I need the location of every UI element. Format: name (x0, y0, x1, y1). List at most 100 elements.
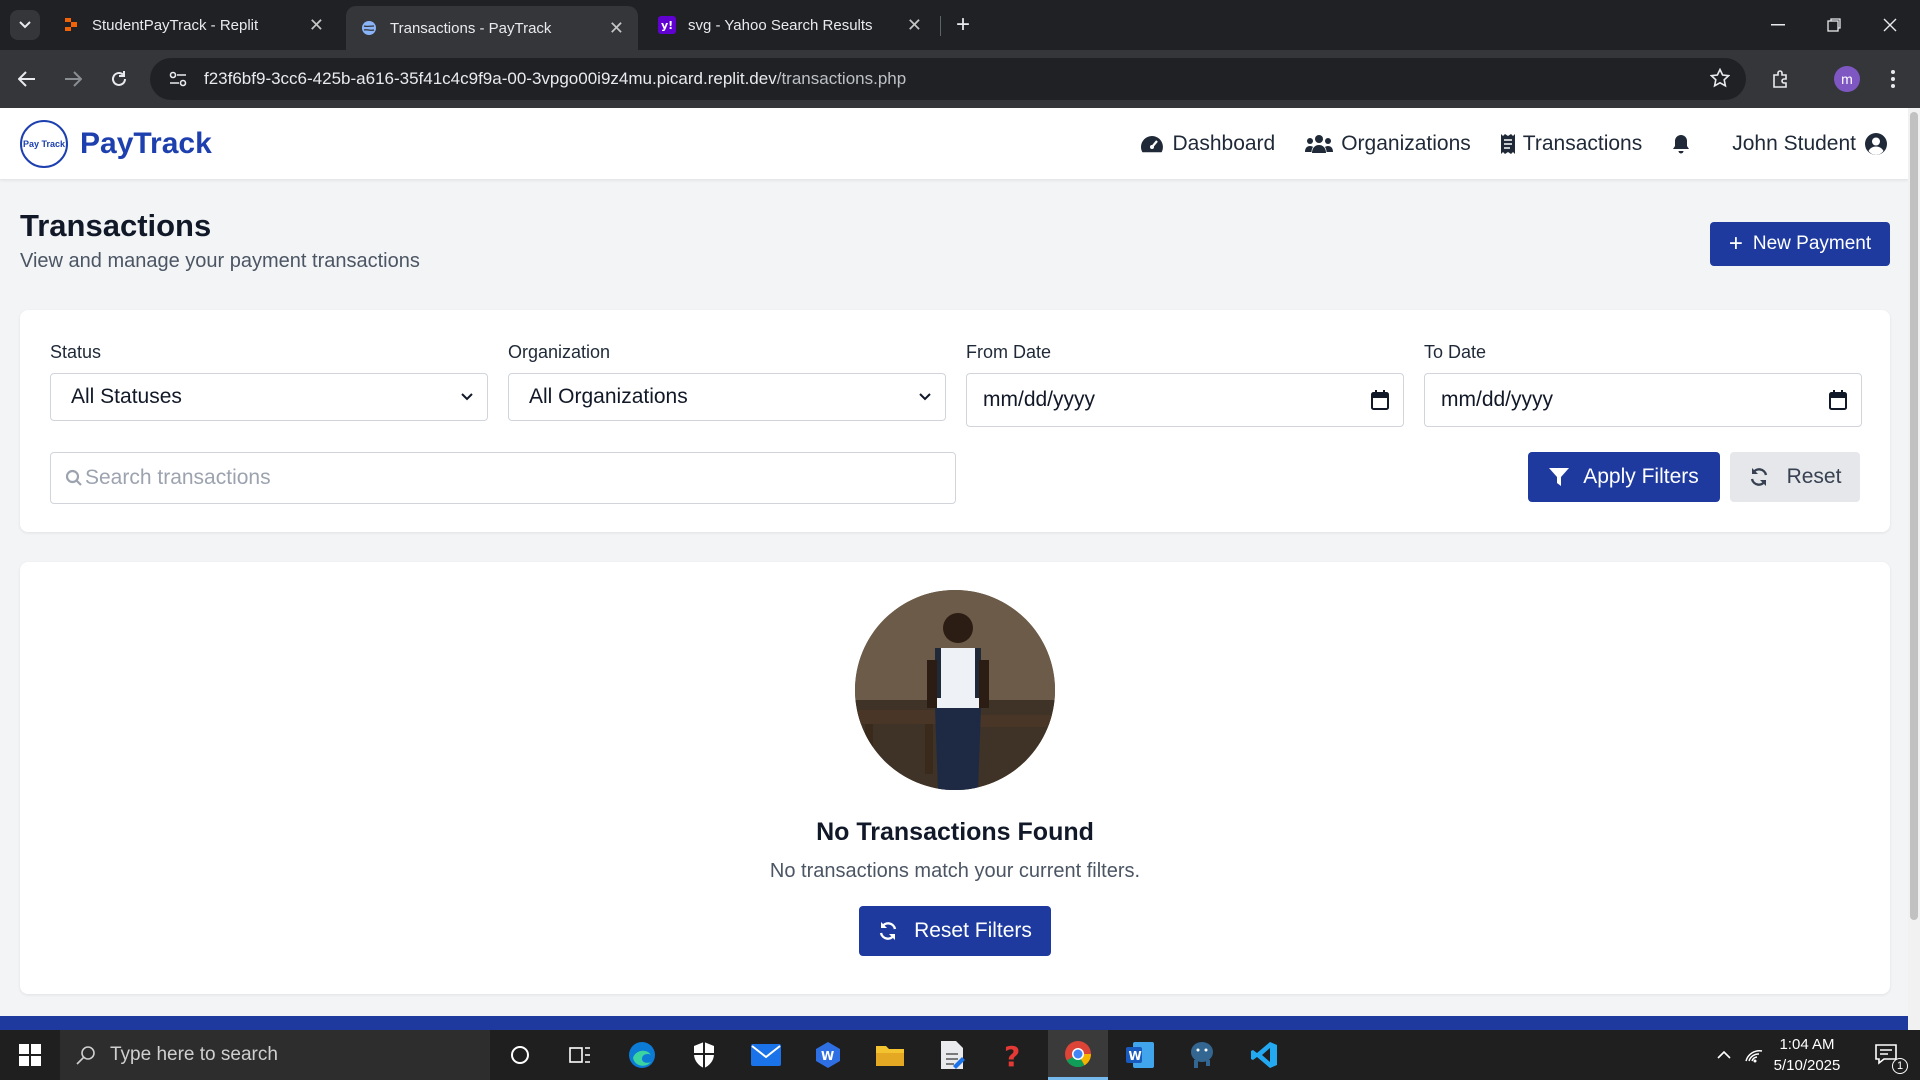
search-input[interactable]: Search transactions (50, 452, 956, 504)
scrollbar-thumb[interactable] (1910, 112, 1918, 920)
restore-button[interactable] (1814, 10, 1854, 40)
apply-filters-button[interactable]: Apply Filters (1528, 452, 1720, 502)
nav-links: Dashboard Organizations Transactions Joh… (1110, 108, 1888, 180)
mail-taskbar-icon[interactable] (736, 1030, 796, 1080)
to-date-input[interactable]: mm/dd/yyyy (1424, 373, 1862, 427)
vscode-taskbar-icon[interactable] (1234, 1030, 1294, 1080)
svg-text:y!: y! (661, 19, 673, 32)
tab-title: Transactions - PayTrack (390, 19, 552, 37)
word-taskbar-icon[interactable]: W (1110, 1030, 1170, 1080)
search-placeholder: Search transactions (85, 466, 271, 489)
user-name: John Student (1732, 132, 1856, 155)
reset-button[interactable]: Reset (1730, 452, 1860, 502)
task-view-icon (569, 1047, 590, 1063)
minimize-button[interactable] (1758, 10, 1798, 40)
to-date-filter: To Date mm/dd/yyyy (1424, 342, 1862, 427)
page-subtitle: View and manage your payment transaction… (20, 250, 420, 272)
taskbar-clock[interactable]: 1:04 AM 5/10/2025 (1762, 1034, 1852, 1076)
users-icon (1305, 135, 1334, 153)
arrow-right-icon (65, 71, 82, 87)
close-icon[interactable]: ✕ (309, 15, 324, 36)
nav-dashboard-label: Dashboard (1172, 132, 1276, 155)
organization-filter: Organization All Organizations (508, 342, 946, 421)
chevron-down-icon (19, 21, 31, 29)
user-menu[interactable]: John Student (1732, 132, 1888, 156)
new-payment-label: New Payment (1752, 233, 1872, 254)
bookmark-star-icon[interactable] (1709, 67, 1731, 93)
url-path: /transactions.php (776, 69, 907, 88)
url-text: f23f6bf9-3cc6-425b-a616-35f41c4c9f9a-00-… (204, 69, 906, 89)
calendar-icon[interactable] (1371, 390, 1389, 410)
reset-filters-button[interactable]: Reset Filters (859, 906, 1051, 956)
tab-separator (940, 16, 941, 36)
tachometer-icon (1141, 136, 1164, 153)
close-icon[interactable]: ✕ (907, 15, 922, 36)
url-host: f23f6bf9-3cc6-425b-a616-35f41c4c9f9a-00-… (204, 69, 777, 88)
brand-name: PayTrack (80, 127, 212, 160)
notification-center-button[interactable]: 1 (1862, 1030, 1912, 1080)
bell-icon (1673, 135, 1690, 154)
cortana-icon (511, 1046, 529, 1064)
empty-state-text: No transactions match your current filte… (769, 860, 1141, 882)
new-tab-button[interactable]: + (948, 10, 978, 40)
browser-menu-button[interactable] (1878, 64, 1908, 94)
browser-tab-yahoo[interactable]: y! svg - Yahoo Search Results ✕ (644, 6, 936, 44)
status-select-value: All Statuses (71, 385, 182, 408)
document-taskbar-icon[interactable] (922, 1030, 982, 1080)
search-icon (76, 1046, 95, 1065)
profile-avatar[interactable]: m (1834, 66, 1860, 92)
cortana-button[interactable] (490, 1030, 550, 1080)
nav-dashboard[interactable]: Dashboard (1140, 132, 1275, 156)
browser-tab-paytrack[interactable]: Transactions - PayTrack ✕ (346, 6, 638, 50)
postgres-taskbar-icon[interactable] (1172, 1030, 1232, 1080)
tab-search-button[interactable] (10, 10, 40, 40)
edge-taskbar-icon[interactable] (612, 1030, 672, 1080)
back-button[interactable] (12, 64, 42, 94)
chevron-down-icon (919, 393, 931, 401)
page-viewport: Pay Track PayTrack Dashboard Organizatio… (0, 108, 1908, 1030)
page-footer (0, 1016, 1908, 1030)
close-icon (1883, 18, 1897, 32)
chrome-taskbar-icon[interactable] (1048, 1030, 1108, 1080)
yahoo-favicon-icon: y! (658, 16, 676, 34)
app-navbar: Pay Track PayTrack Dashboard Organizatio… (0, 108, 1908, 180)
calendar-icon[interactable] (1829, 390, 1847, 410)
show-hidden-icons-button[interactable] (1712, 1030, 1736, 1080)
puzzle-icon (1773, 70, 1787, 88)
forward-button[interactable] (58, 64, 88, 94)
close-window-button[interactable] (1870, 10, 1910, 40)
from-date-input[interactable]: mm/dd/yyyy (966, 373, 1404, 427)
wifi-icon (1745, 1050, 1763, 1063)
nav-organizations[interactable]: Organizations (1305, 132, 1471, 156)
brand[interactable]: Pay Track PayTrack (20, 120, 212, 168)
taskbar-search[interactable]: Type here to search (60, 1030, 490, 1080)
to-date-value: mm/dd/yyyy (1441, 388, 1554, 411)
browser-tab-replit[interactable]: StudentPayTrack - Replit ✕ (48, 6, 338, 44)
browser-tabbar: StudentPayTrack - Replit ✕ Transactions … (0, 0, 1920, 50)
paytrack-logo: Pay Track (20, 120, 68, 168)
file-explorer-taskbar-icon[interactable] (860, 1030, 920, 1080)
help-taskbar-icon[interactable]: ? (984, 1030, 1044, 1080)
address-bar[interactable]: f23f6bf9-3cc6-425b-a616-35f41c4c9f9a-00-… (150, 58, 1746, 100)
sync-icon (879, 922, 897, 940)
status-select[interactable]: All Statuses (50, 373, 488, 421)
filter-card: Status All Statuses Organization All Org… (20, 310, 1890, 532)
security-taskbar-icon[interactable] (674, 1030, 734, 1080)
extensions-button[interactable] (1766, 64, 1796, 94)
reload-button[interactable] (104, 64, 134, 94)
organization-select[interactable]: All Organizations (508, 373, 946, 421)
from-date-filter: From Date mm/dd/yyyy (966, 342, 1404, 427)
new-payment-button[interactable]: + New Payment (1710, 222, 1890, 266)
chevron-down-icon (461, 393, 473, 401)
nav-transactions[interactable]: Transactions (1500, 132, 1642, 156)
globe-favicon-icon (360, 19, 378, 37)
page-scrollbar[interactable] (1908, 108, 1920, 1030)
notifications-button[interactable] (1672, 134, 1690, 154)
task-view-button[interactable] (550, 1030, 610, 1080)
wps-taskbar-icon[interactable]: W (798, 1030, 858, 1080)
site-settings-icon[interactable] (158, 71, 198, 87)
filter-icon (1549, 468, 1570, 486)
start-button[interactable] (0, 1030, 60, 1080)
close-icon[interactable]: ✕ (609, 18, 624, 39)
reset-filters-label: Reset Filters (914, 919, 1032, 942)
